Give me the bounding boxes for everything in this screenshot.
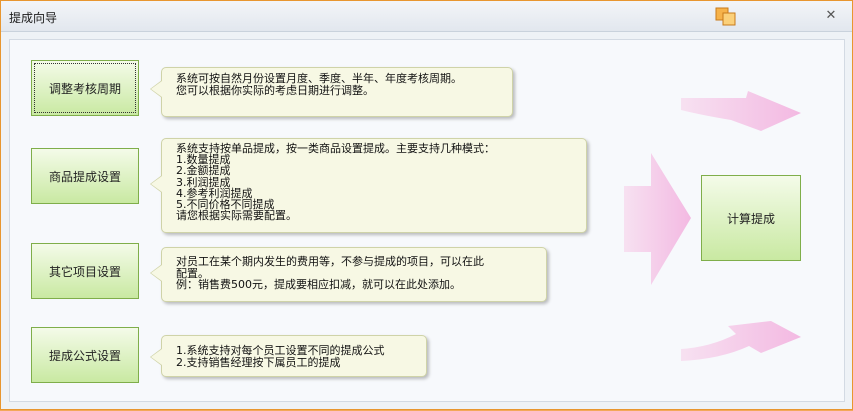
calculate-commission-button[interactable]: 计算提成: [701, 175, 801, 261]
curved-arrow-bottom-icon: [681, 321, 801, 361]
right-arrow-icon: [624, 153, 691, 285]
wizard-window: 提成向导 ✕ 调整考核周期 商品提成设置 其它项目设置 提成公式设置 系统可按自…: [0, 0, 853, 410]
curved-arrow-top-icon: [681, 91, 801, 131]
